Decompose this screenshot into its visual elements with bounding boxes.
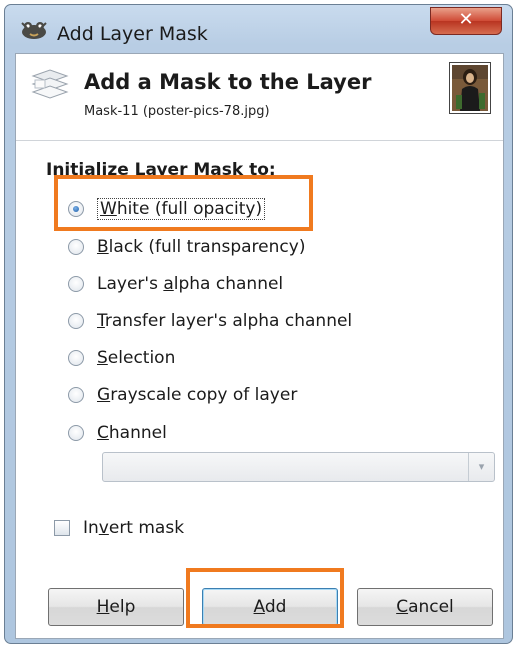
radio-label: White (full opacity) (97, 198, 266, 220)
radio-channel[interactable]: Channel (68, 420, 167, 446)
radio-button[interactable] (68, 276, 84, 292)
radio-button-checked[interactable] (68, 201, 84, 217)
radio-label: Layer's alpha channel (97, 274, 284, 294)
header-subtitle: Mask-11 (poster-pics-78.jpg) (84, 104, 270, 119)
help-button[interactable]: Help (48, 588, 184, 626)
radio-button[interactable] (68, 239, 84, 255)
cancel-button[interactable]: Cancel (357, 588, 493, 626)
dialog-window: Add Layer Mask ✕ Add a Mask to the Layer… (4, 4, 513, 644)
gimp-wilber-icon (19, 19, 49, 41)
radio-label: Black (full transparency) (97, 237, 306, 257)
chevron-down-icon[interactable]: ▾ (468, 453, 494, 481)
close-icon: ✕ (458, 9, 474, 30)
window-title: Add Layer Mask (57, 23, 208, 45)
radio-button[interactable] (68, 350, 84, 366)
radio-label: Grayscale copy of layer (97, 385, 298, 405)
close-button[interactable]: ✕ (430, 7, 502, 35)
layer-thumbnail (449, 62, 491, 114)
radio-label: Transfer layer's alpha channel (97, 311, 353, 331)
radio-button[interactable] (68, 425, 84, 441)
title-bar[interactable]: Add Layer Mask ✕ (5, 5, 512, 49)
radio-button[interactable] (68, 313, 84, 329)
radio-button[interactable] (68, 387, 84, 403)
radio-label: Selection (97, 348, 176, 368)
radio-label: Channel (97, 423, 167, 443)
dialog-body: Add a Mask to the Layer Mask-11 (poster-… (15, 53, 504, 639)
radio-black-full-transparency[interactable]: Black (full transparency) (68, 234, 305, 260)
channel-select[interactable]: ▾ (102, 452, 495, 482)
layer-mask-icon (30, 66, 70, 104)
invert-mask-checkbox-row[interactable]: Invert mask (54, 516, 184, 540)
radio-selection[interactable]: Selection (68, 345, 175, 371)
radio-transfer-layers-alpha-channel[interactable]: Transfer layer's alpha channel (68, 308, 352, 334)
invert-mask-checkbox[interactable] (54, 520, 70, 536)
radio-layers-alpha-channel[interactable]: Layer's alpha channel (68, 271, 283, 297)
radio-white-full-opacity[interactable]: White (full opacity) (68, 196, 266, 222)
invert-mask-label: Invert mask (83, 518, 185, 538)
header-title: Add a Mask to the Layer (84, 70, 372, 94)
radio-grayscale-copy-of-layer[interactable]: Grayscale copy of layer (68, 382, 297, 408)
section-label: Initialize Layer Mask to: (46, 160, 276, 180)
add-button[interactable]: Add (202, 588, 338, 626)
header-separator (16, 140, 503, 141)
